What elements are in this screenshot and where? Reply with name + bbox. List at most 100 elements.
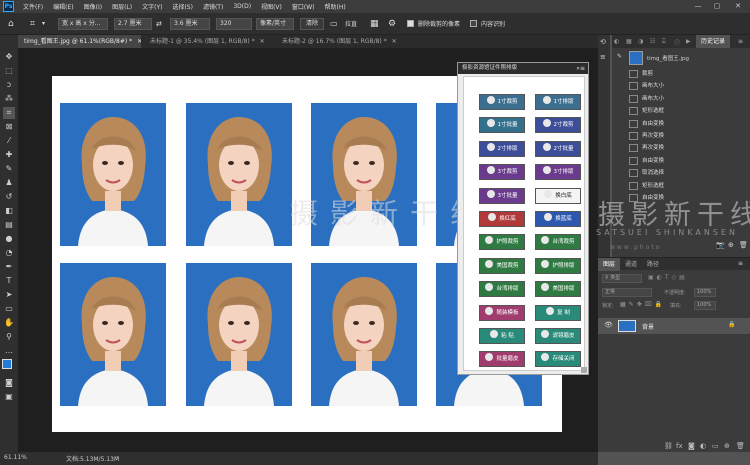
plugin-title-bar[interactable]: 极影资源馆证件照排版 »≡ [458,63,588,74]
layer-filter-icons[interactable]: ▣◐T◇▤ [648,274,688,281]
menu-filter[interactable]: 滤镜(T) [198,2,228,11]
magic-wand-icon[interactable]: ⁂ [3,93,15,105]
photoshop-logo[interactable]: Ps [3,1,14,12]
plugin-button[interactable]: 批量磨皮 [479,351,525,368]
menu-help[interactable]: 帮助(H) [320,2,351,11]
foreground-color-swatch[interactable] [2,359,12,369]
plugin-button[interactable]: 复 制 [535,304,581,321]
grid-overlay-icon[interactable]: ▦ [370,18,379,30]
plugin-button[interactable]: 2寸裁剪 [535,117,581,134]
screen-mode-icon[interactable]: ▣ [3,391,15,403]
new-group-icon[interactable]: ▭ [712,442,719,450]
content-aware-checkbox[interactable] [470,20,477,27]
resolution-input[interactable]: 320 [216,18,252,30]
close-window-button[interactable]: ✕ [730,0,746,13]
eye-icon[interactable]: 👁 [604,321,613,329]
history-step[interactable]: 矩形选框 [612,106,750,116]
plugin-button[interactable]: 随装模板 [479,304,525,321]
chevron-down-icon[interactable]: ▾ [42,18,45,30]
history-brush-icon[interactable]: ↺ [3,191,15,203]
dodge-tool-icon[interactable]: ◔ [3,247,15,259]
swap-icon[interactable]: ⇄ [156,18,162,30]
path-select-icon[interactable]: ➤ [3,289,15,301]
plugin-button[interactable]: 1寸排版 [535,94,581,110]
menu-window[interactable]: 窗口(W) [287,2,320,11]
frame-tool-icon[interactable]: ⊠ [3,121,15,133]
plugin-button[interactable]: 1寸批量 [479,117,525,134]
info-icon[interactable]: ⓘ [674,38,680,47]
plugin-button[interactable]: 3寸批量 [479,187,525,204]
clear-button[interactable]: 清除 [300,18,324,30]
plugin-button[interactable]: 粘 贴 [479,328,525,344]
link-layers-icon[interactable]: ⛓ [664,442,673,450]
plugin-button[interactable]: 3寸裁剪 [479,164,525,181]
blend-mode-select[interactable]: 正常 [602,288,652,297]
gradient-tool-icon[interactable]: ▤ [3,219,15,231]
straighten-label[interactable]: 拉直 [345,19,357,28]
history-step[interactable]: 画布大小 [612,81,750,91]
home-icon[interactable]: ⌂ [8,18,14,30]
plugin-button[interactable]: 2寸批量 [535,140,581,157]
close-icon[interactable]: ✕ [260,38,265,45]
history-step[interactable]: 画布大小 [612,94,750,104]
tab-timg[interactable]: timg_看图王.jpg @ 61.1%(RGB/8#) * ✕ [18,35,141,48]
minimize-button[interactable]: — [690,0,706,13]
brush-tool-icon[interactable]: ✎ [3,163,15,175]
trash-icon[interactable]: 🗑 [739,241,748,249]
menu-file[interactable]: 文件(F) [18,2,48,11]
styles-icon[interactable]: ☷ [650,38,655,45]
menu-3d[interactable]: 3D(D) [228,3,256,10]
gear-icon[interactable]: ⚙ [388,18,396,30]
new-layer-icon[interactable]: ⊕ [724,442,730,450]
history-brush-source-icon[interactable]: ✎ [617,53,622,60]
resize-handle[interactable] [581,367,587,373]
history-step[interactable]: 自由变换 [612,119,750,129]
clone-stamp-icon[interactable]: ♟ [3,177,15,189]
adjustments-icon[interactable]: ◑ [638,38,643,45]
plugin-button[interactable]: 3寸排版 [535,164,581,181]
plugin-button[interactable]: 美国排版 [535,281,581,298]
layer-kind-filter[interactable]: ⚲ 类型 [602,274,642,283]
history-step[interactable]: 再次变换 [612,143,750,153]
tab-untitled-2[interactable]: 未标题-2 @ 16.7% (图层 1, RGB/8) * ✕ [276,35,416,48]
lock-icon[interactable]: 🔒 [728,321,735,328]
fx-icon[interactable]: fx [676,442,683,450]
chevron-right-icon[interactable]: › [116,454,118,461]
plugin-button[interactable]: 1寸裁剪 [479,94,525,110]
fill-input[interactable]: 100% [694,301,716,310]
color-panel-icon[interactable]: ◐ [614,38,619,45]
history-step[interactable]: 裁剪 [612,69,750,79]
menu-edit[interactable]: 编辑(E) [48,2,78,11]
straighten-icon[interactable]: ▭ [330,18,338,30]
menu-image[interactable]: 图像(I) [79,2,107,11]
more-tools-icon[interactable]: … [3,345,15,357]
layer-row-background[interactable]: 👁 背景 🔒 [598,318,750,334]
type-tool-icon[interactable]: T [3,275,15,287]
history-step[interactable]: 再次变换 [612,131,750,141]
lasso-tool-icon[interactable]: ↄ [3,79,15,91]
blur-tool-icon[interactable]: ● [3,233,15,245]
camera-icon[interactable]: 📷 [716,241,725,249]
eyedropper-icon[interactable]: ⁄ [3,135,15,147]
move-tool-icon[interactable]: ✥ [3,51,15,63]
crop-ratio-select[interactable]: 宽 x 高 x 分... [58,18,108,30]
tab-paths[interactable]: 路径 [642,258,664,271]
history-step[interactable]: 矩形选框 [612,181,750,191]
menu-type[interactable]: 文字(Y) [137,2,167,11]
history-step[interactable]: 取消选择 [612,168,750,178]
menu-select[interactable]: 选择(S) [167,2,198,11]
tab-untitled-1[interactable]: 未标题-1 @ 35.4% (图层 1, RGB/8) * ✕ [144,35,274,48]
properties-icon[interactable]: ≡ [600,53,606,61]
plugin-button[interactable]: 存储关闭 [535,351,581,368]
plugin-button[interactable]: 滤镜磨皮 [535,328,581,344]
panel-menu-icon[interactable]: ≡ [738,260,743,267]
tab-layers[interactable]: 图层 [598,258,620,271]
tab-channels[interactable]: 通道 [620,258,642,271]
tab-history[interactable]: 历史记录 [696,35,730,48]
plugin-button[interactable]: 2寸排版 [479,140,525,157]
crop-tool-icon[interactable]: ⌗ [30,18,35,30]
trash-icon[interactable]: 🗑 [736,442,745,450]
plugin-button[interactable]: 护照裁剪 [479,234,525,251]
zoom-tool-icon[interactable]: ⚲ [3,331,15,343]
lock-icons[interactable]: ▦✎✥⌧🔒 [620,301,665,308]
